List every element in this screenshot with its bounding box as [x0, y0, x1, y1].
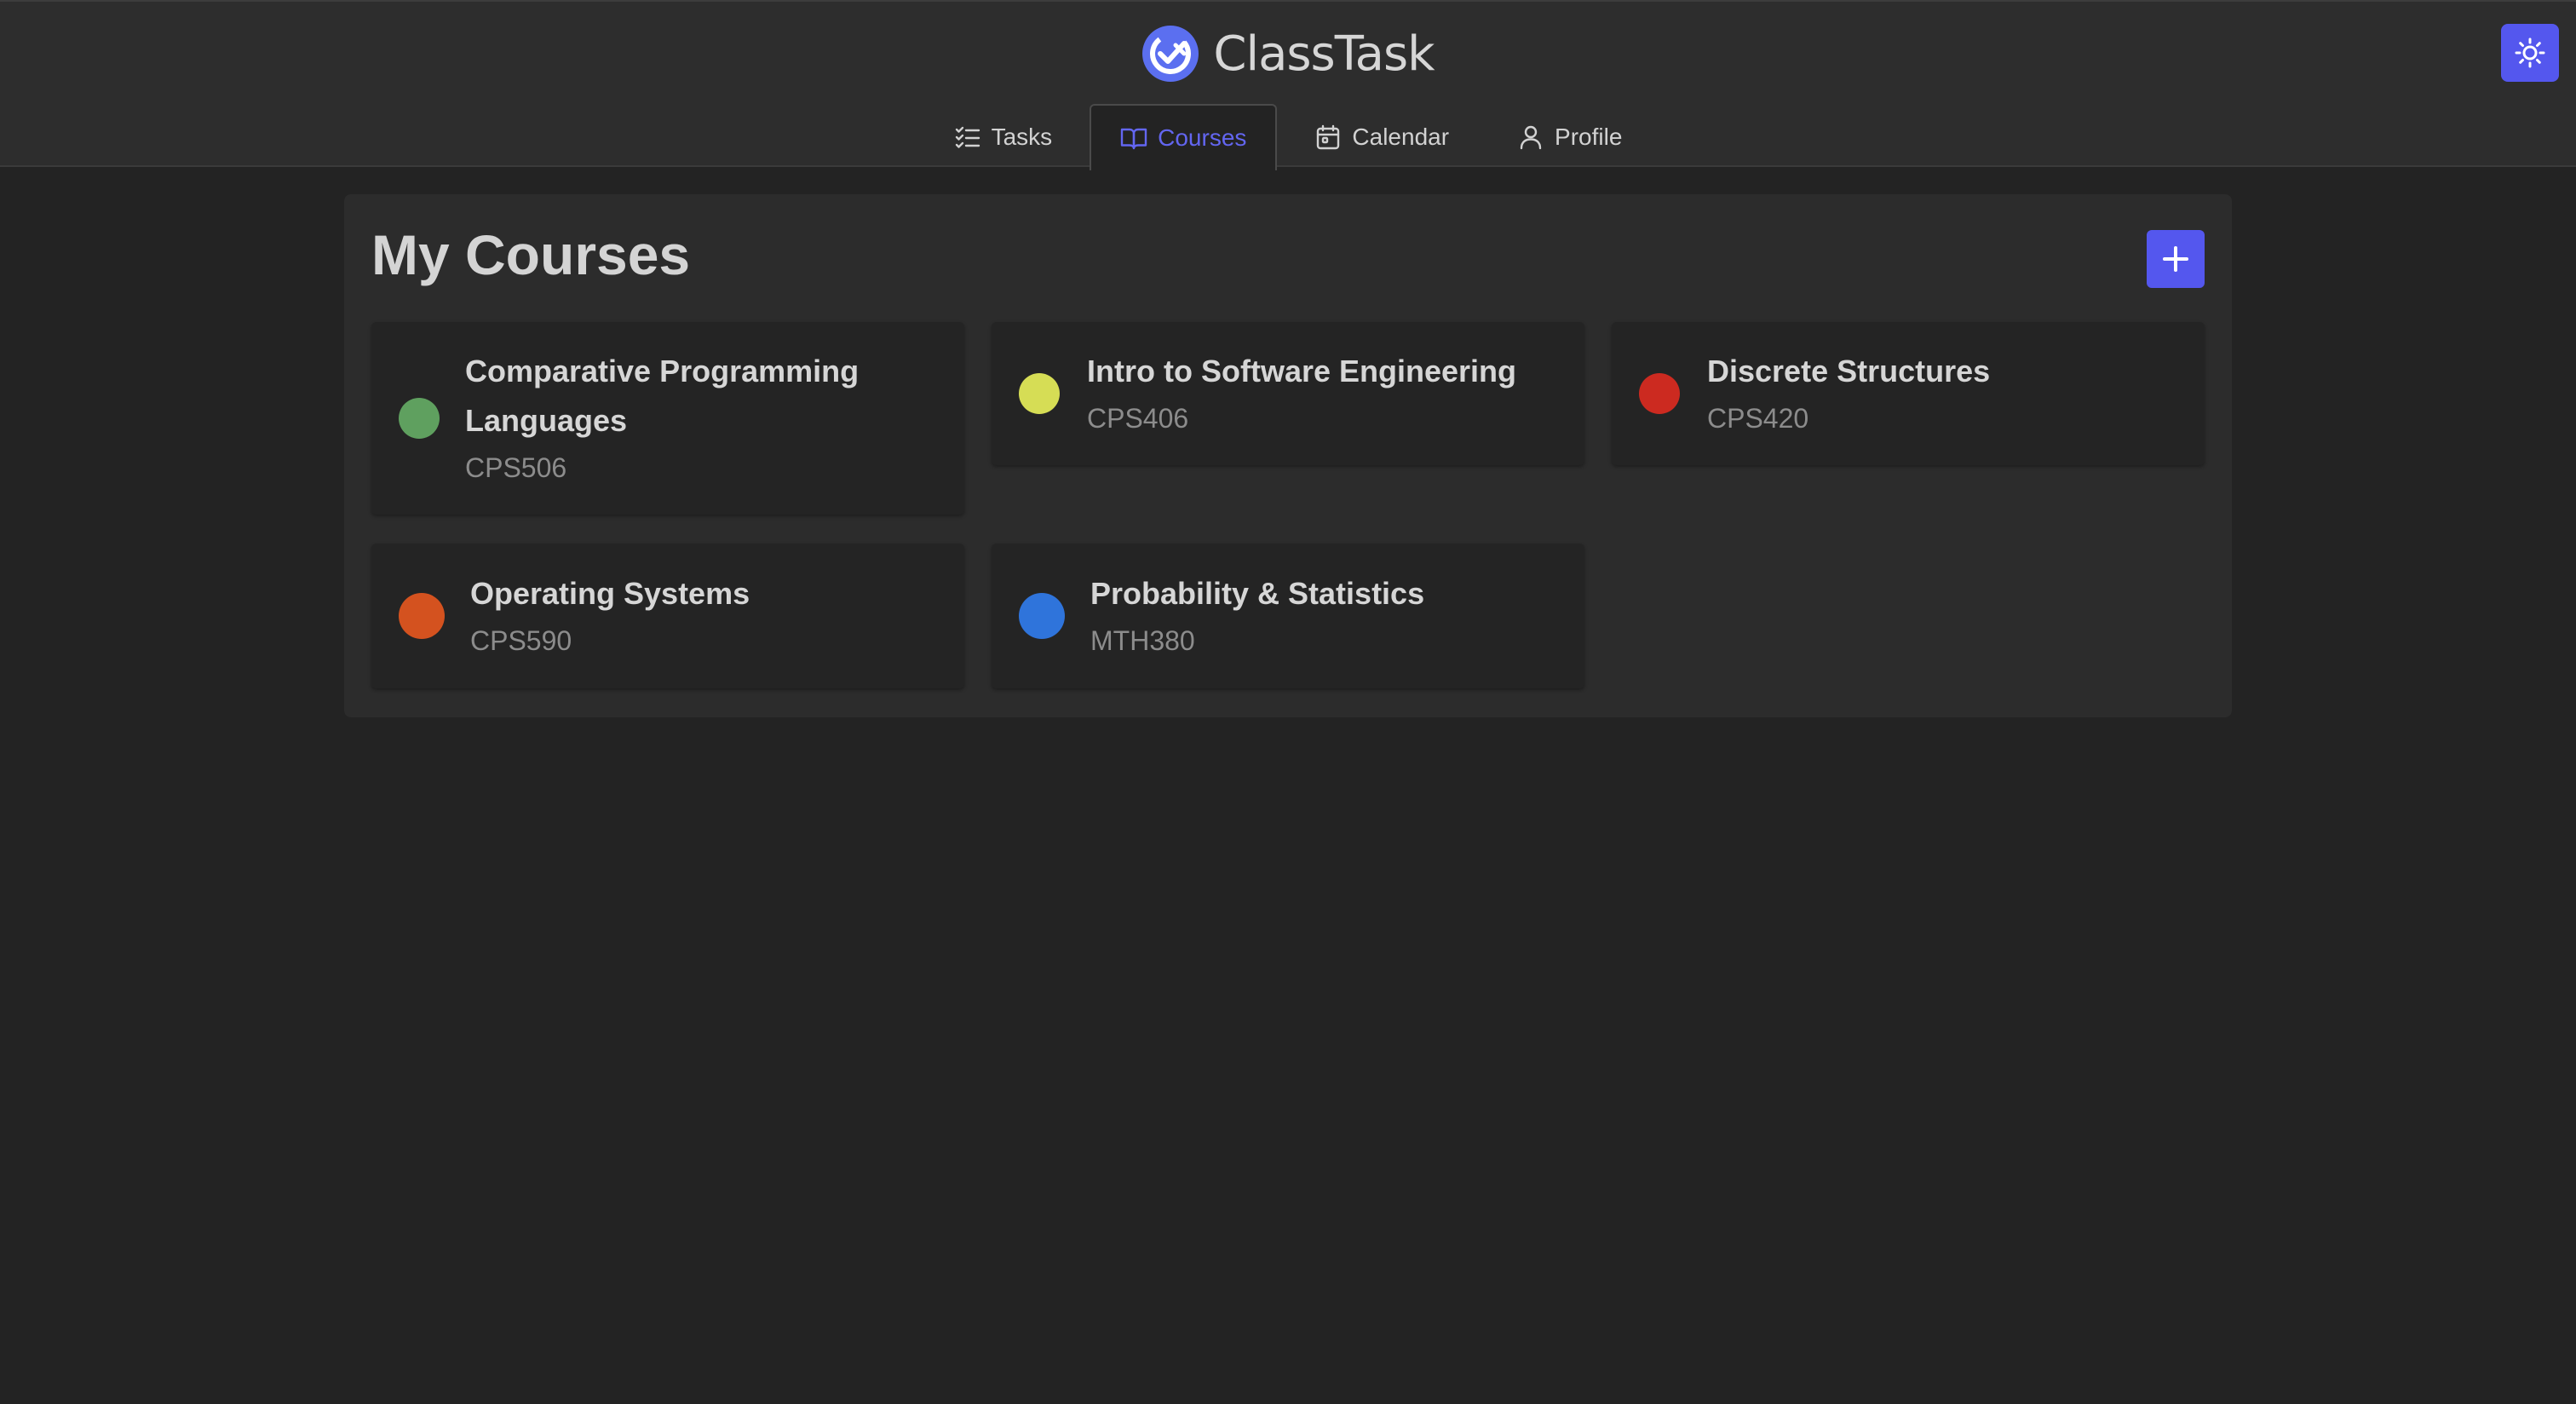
check-x-circle-icon: [1142, 26, 1199, 82]
course-code: MTH380: [1090, 625, 1195, 656]
course-name: Operating Systems: [470, 576, 750, 611]
user-icon: [1520, 125, 1542, 150]
courses-panel: My Courses Comparative Programming Langu…: [344, 194, 2232, 717]
course-color-dot: [399, 398, 440, 439]
course-card[interactable]: Discrete Structures CPS420: [1612, 322, 2205, 465]
tab-courses-label: Courses: [1158, 124, 1247, 151]
course-color-dot: [1639, 373, 1680, 414]
course-color-dot: [1019, 593, 1065, 639]
app-title: ClassTask: [1213, 26, 1435, 82]
course-name: Intro to Software Engineering: [1087, 354, 1517, 388]
tab-calendar-label: Calendar: [1352, 124, 1450, 150]
sun-icon: [2515, 37, 2545, 68]
theme-toggle-button[interactable]: [2501, 24, 2559, 82]
course-color-dot: [1019, 373, 1060, 414]
course-code: CPS590: [470, 625, 572, 656]
tab-profile-label: Profile: [1555, 124, 1623, 150]
tab-calendar[interactable]: Calendar: [1284, 104, 1480, 169]
tab-tasks-label: Tasks: [991, 124, 1053, 150]
course-color-dot: [399, 593, 445, 639]
plus-icon: [2163, 246, 2188, 272]
course-card[interactable]: Comparative Programming Languages CPS506: [371, 322, 964, 515]
course-card[interactable]: Operating Systems CPS590: [371, 544, 964, 688]
book-open-icon: [1120, 128, 1147, 150]
course-code: CPS420: [1707, 403, 1809, 434]
brand[interactable]: ClassTask: [0, 22, 2576, 85]
page-title: My Courses: [371, 223, 691, 286]
tab-courses[interactable]: Courses: [1090, 104, 1278, 170]
course-name: Discrete Structures: [1707, 354, 1991, 388]
add-course-button[interactable]: [2147, 230, 2205, 288]
tab-profile[interactable]: Profile: [1486, 104, 1653, 169]
course-name: Comparative Programming Languages: [465, 354, 860, 438]
main-nav: Tasks Courses Calendar Profile: [0, 104, 2576, 170]
course-code: CPS506: [465, 452, 567, 483]
course-code: CPS406: [1087, 403, 1189, 434]
course-card[interactable]: Intro to Software Engineering CPS406: [992, 322, 1584, 465]
course-name: Probability & Statistics: [1090, 576, 1425, 611]
tab-tasks[interactable]: Tasks: [923, 104, 1084, 169]
list-checks-icon: [955, 126, 980, 148]
app-header: ClassTask Tasks Courses Calendar Profile: [0, 0, 2576, 170]
course-card[interactable]: Probability & Statistics MTH380: [992, 544, 1584, 688]
calendar-icon: [1317, 124, 1340, 150]
